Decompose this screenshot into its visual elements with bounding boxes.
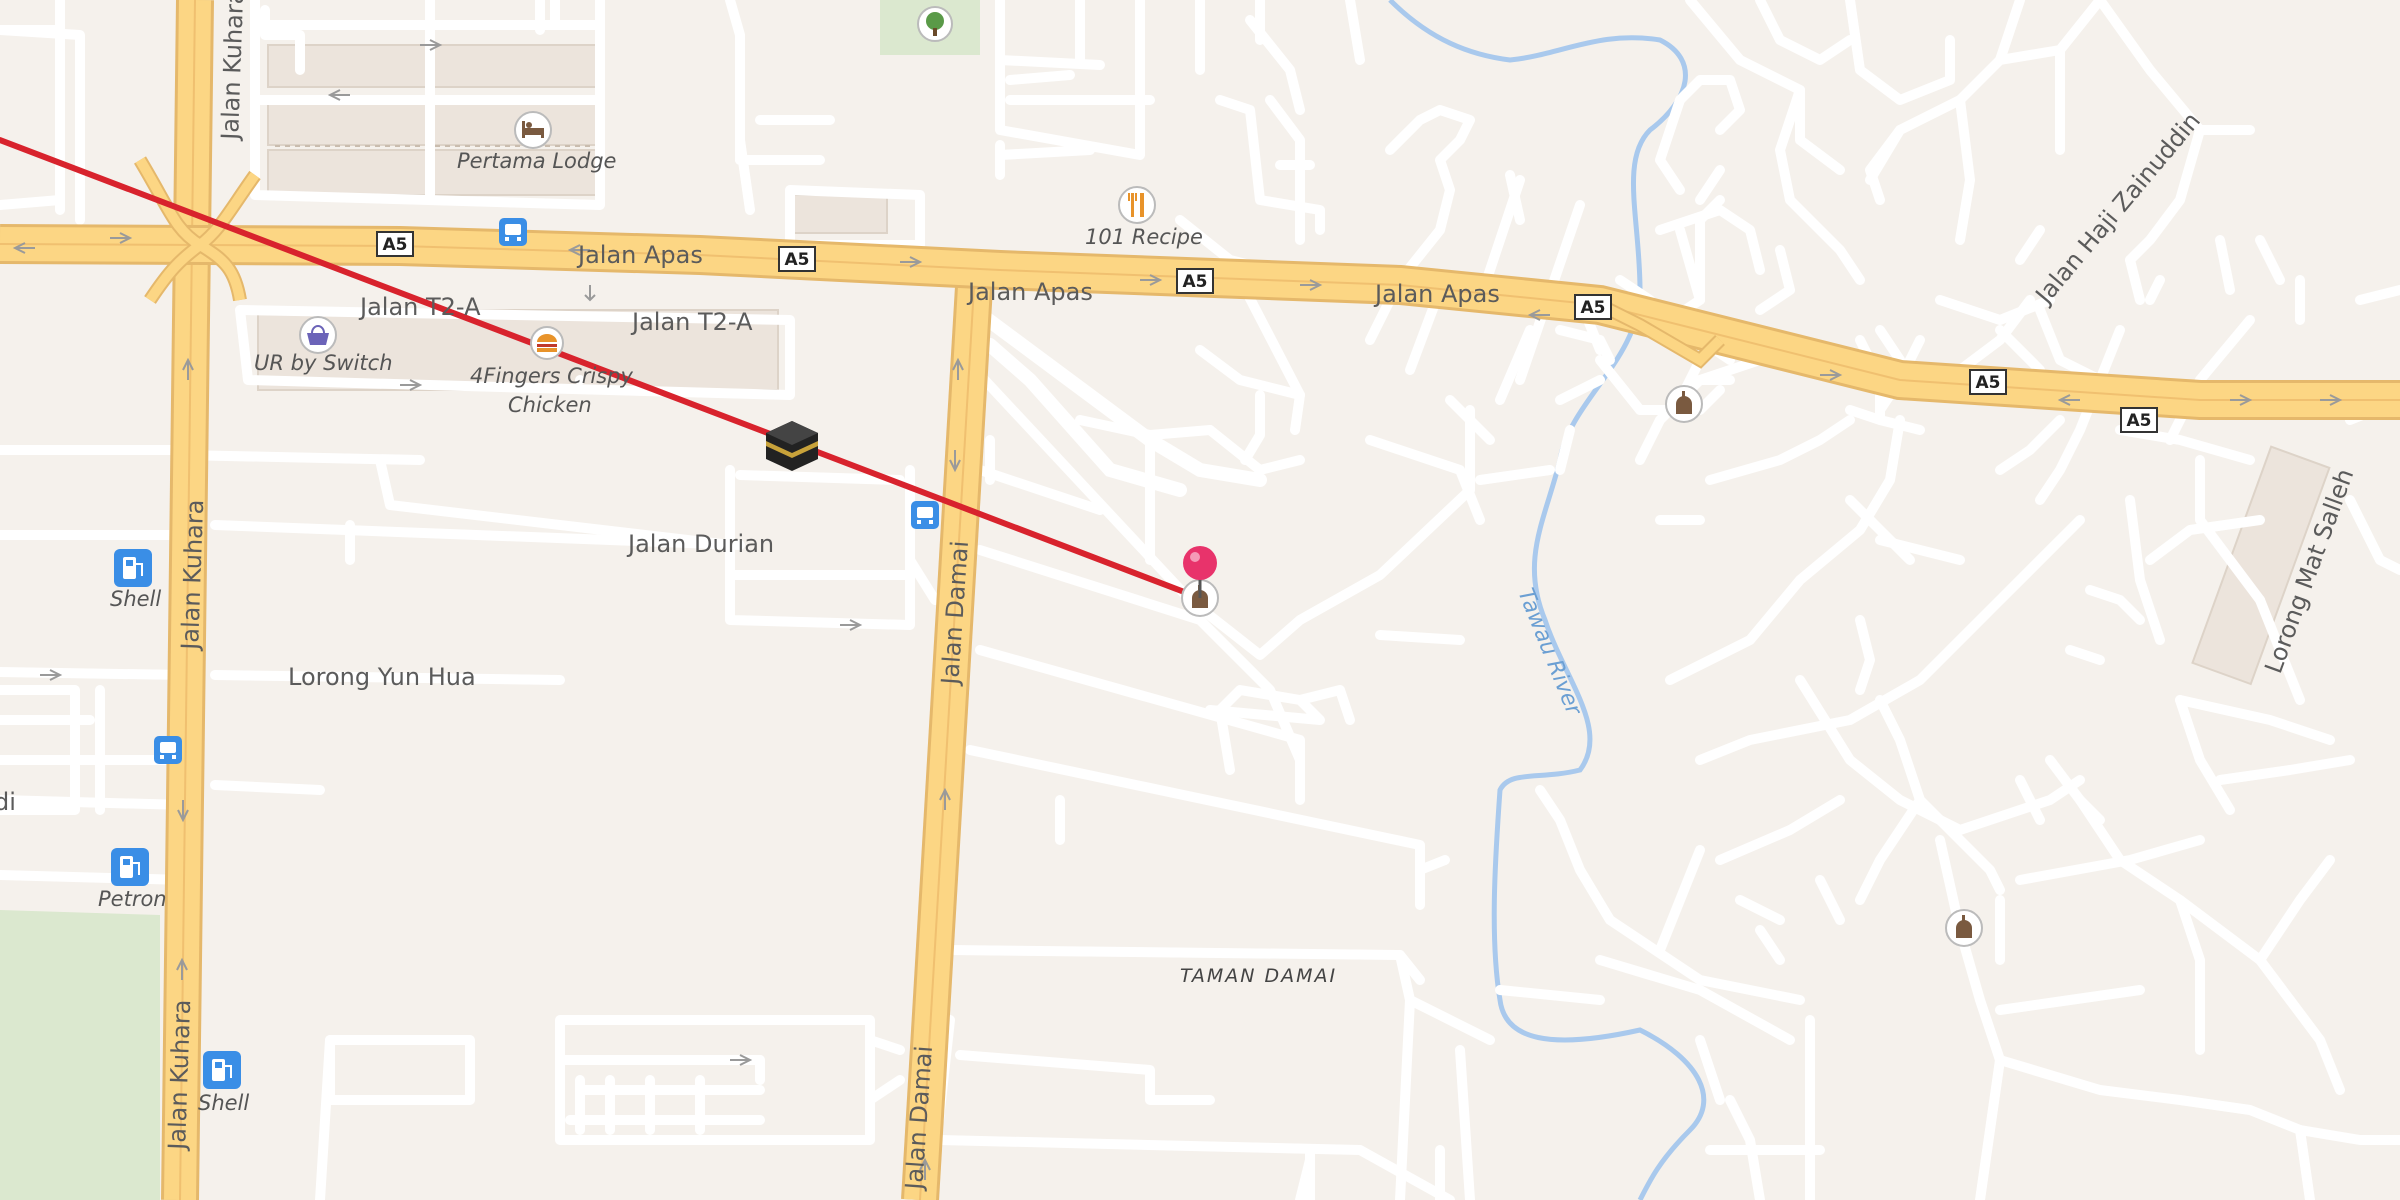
poi-label: Pertama Lodge (457, 149, 616, 173)
bus-stop-icon[interactable] (154, 736, 182, 764)
mosque-icon[interactable] (1945, 909, 1983, 947)
svg-text:A5: A5 (2127, 411, 2152, 431)
hotel-icon[interactable] (514, 111, 552, 149)
bus-stop-icon[interactable] (499, 218, 527, 246)
route-shield: A5 (1969, 369, 2007, 395)
mosque-icon[interactable] (1665, 385, 1703, 423)
fuel-station-icon[interactable] (111, 848, 149, 886)
shopping-basket-icon[interactable] (299, 316, 337, 354)
fuel-station-icon[interactable] (203, 1051, 241, 1089)
poi-label: Petron (98, 887, 167, 911)
street-label: Lorong Yun Hua (288, 663, 476, 691)
route-shield: A5 (2120, 407, 2158, 433)
fuel-station-icon[interactable] (114, 549, 152, 587)
svg-text:A5: A5 (1976, 373, 2001, 393)
svg-text:A5: A5 (383, 235, 408, 255)
route-shield: A5 (1176, 268, 1214, 294)
restaurant-icon[interactable] (1118, 186, 1156, 224)
svg-text:A5: A5 (785, 250, 810, 270)
poi-label: UR by Switch (254, 351, 393, 375)
street-label: Jalan T2-A (630, 308, 753, 336)
poi-label: 101 Recipe (1085, 225, 1203, 249)
route-shield: A5 (778, 246, 816, 272)
route-shield: A5 (376, 231, 414, 257)
park-area (0, 910, 160, 1200)
poi-label: Chicken (508, 393, 592, 417)
tawau-river (1388, 0, 1707, 1200)
street-label: Jalan T2-A (358, 293, 481, 321)
arterial-roads (968, 303, 1267, 497)
kaaba-icon[interactable] (766, 421, 818, 471)
street-label: Jalan Apas (576, 241, 703, 269)
river-label: Tawau River (1512, 585, 1586, 720)
route-shield: A5 (1574, 294, 1612, 320)
bus-stop-icon[interactable] (911, 501, 939, 529)
poi-label: 4Fingers Crispy (470, 364, 633, 388)
poi-label: Shell (110, 587, 161, 611)
street-label: Jalan Kuhara (163, 999, 196, 1152)
street-label: Jalan Kuhara (216, 0, 249, 142)
street-label: di (0, 788, 16, 816)
map-canvas[interactable]: A5 A5 A5 A5 A5 A5 Jalan Kuhara Jalan Kuh… (0, 0, 2400, 1200)
park-tree-icon[interactable] (917, 6, 953, 42)
svg-text:A5: A5 (1581, 298, 1606, 318)
street-label: Jalan Apas (1373, 280, 1500, 308)
poi-label: Shell (198, 1091, 249, 1115)
fast-food-icon[interactable] (530, 326, 564, 360)
svg-text:A5: A5 (1183, 272, 1208, 292)
street-label: Jalan Durian (626, 530, 774, 558)
area-label: TAMAN DAMAI (1180, 965, 1337, 987)
street-label: Jalan Kuhara (176, 499, 209, 652)
street-label: Jalan Apas (966, 278, 1093, 306)
